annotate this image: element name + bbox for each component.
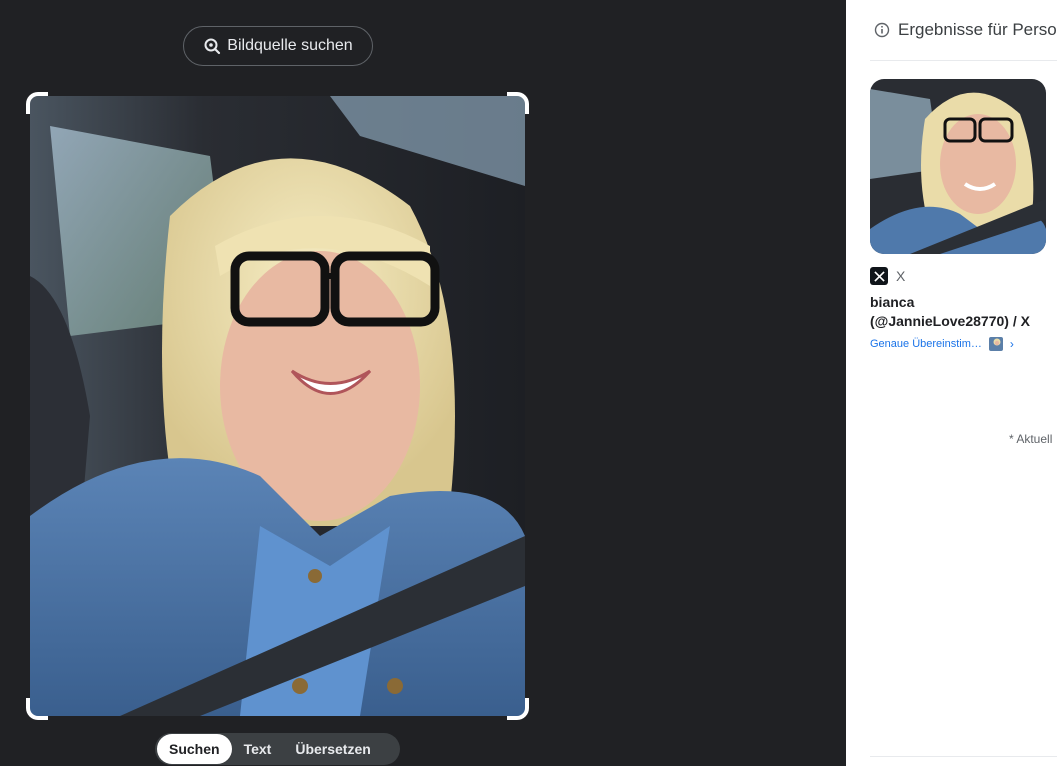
selected-image-frame[interactable] [26, 92, 529, 720]
mode-tabs: Suchen Text Übersetzen [155, 733, 400, 765]
results-pane: Ergebnisse für Perso X bianca (@JannieLo… [846, 0, 1057, 766]
query-photo [30, 96, 525, 716]
tab-search[interactable]: Suchen [157, 734, 232, 764]
result-source[interactable]: X [870, 267, 1046, 285]
lens-search-icon [203, 37, 221, 55]
result-card[interactable]: X bianca (@JannieLove28770) / X Genaue Ü… [870, 79, 1046, 351]
match-mini-thumbnail [988, 337, 1003, 351]
result-thumbnail[interactable] [870, 79, 1046, 254]
results-header: Ergebnisse für Perso [874, 18, 1057, 42]
tab-text[interactable]: Text [232, 734, 284, 764]
tab-translate[interactable]: Übersetzen [283, 734, 382, 764]
crop-handle-bottom-left[interactable] [26, 698, 48, 720]
source-name: X [896, 268, 906, 284]
exact-match-label: Genaue Übereinstim… [870, 338, 982, 350]
crop-handle-bottom-right[interactable] [507, 698, 529, 720]
results-header-text: Ergebnisse für Perso [898, 20, 1057, 39]
x-logo-icon [870, 267, 888, 285]
image-pane: Bildquelle suchen Suchen Text Übersetzen [0, 0, 846, 766]
exact-match-link[interactable]: Genaue Übereinstim… › [870, 337, 1046, 351]
crop-handle-top-right[interactable] [507, 92, 529, 114]
find-image-source-label: Bildquelle suchen [227, 37, 353, 54]
result-title[interactable]: bianca (@JannieLove28770) / X [870, 293, 1046, 331]
divider [870, 756, 1057, 757]
footnote: * Aktuell [1009, 432, 1053, 446]
find-image-source-button[interactable]: Bildquelle suchen [183, 26, 373, 66]
chevron-right-icon: › [1009, 337, 1014, 351]
divider [870, 60, 1057, 61]
info-icon[interactable] [874, 22, 890, 38]
crop-handle-top-left[interactable] [26, 92, 48, 114]
